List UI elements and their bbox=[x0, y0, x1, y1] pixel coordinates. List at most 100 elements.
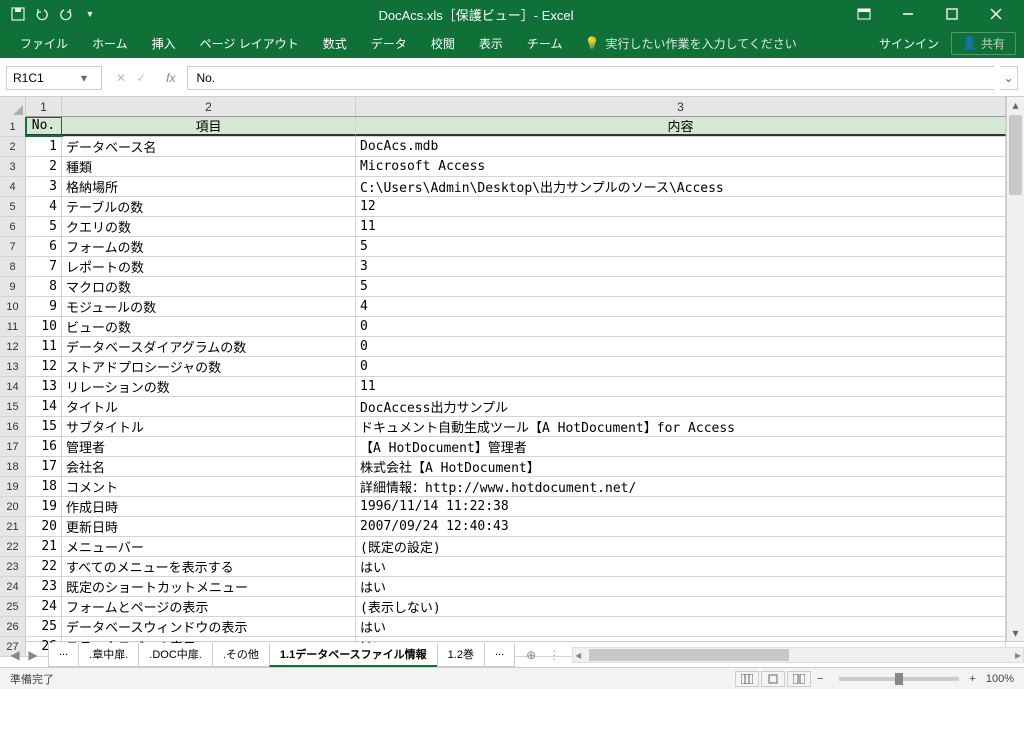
cell-content[interactable]: (既定の設定) bbox=[356, 537, 1006, 556]
cell-no[interactable]: 16 bbox=[26, 437, 62, 456]
cell-no[interactable]: 9 bbox=[26, 297, 62, 316]
cell-item[interactable]: レポートの数 bbox=[62, 257, 356, 276]
vertical-scrollbar[interactable]: ▴ ▾ bbox=[1006, 97, 1024, 641]
row-header[interactable]: 18 bbox=[0, 457, 26, 476]
row-header[interactable]: 7 bbox=[0, 237, 26, 256]
cell-content[interactable]: 株式会社【A HotDocument】 bbox=[356, 457, 1006, 476]
cell-content[interactable]: 0 bbox=[356, 357, 1006, 376]
scroll-thumb[interactable] bbox=[1009, 115, 1022, 195]
scroll-down-icon[interactable]: ▾ bbox=[1007, 625, 1024, 641]
cell-item[interactable]: データベースダイアグラムの数 bbox=[62, 337, 356, 356]
normal-view-button[interactable] bbox=[735, 671, 759, 687]
cell-item[interactable]: 種類 bbox=[62, 157, 356, 176]
cell-no[interactable]: 25 bbox=[26, 617, 62, 636]
cell-item[interactable]: クエリの数 bbox=[62, 217, 356, 236]
sheet-tab[interactable]: 1.1データベースファイル情報 bbox=[269, 643, 438, 667]
ribbon-tab[interactable]: チーム bbox=[515, 28, 575, 58]
row-header[interactable]: 24 bbox=[0, 577, 26, 596]
cell-content[interactable]: 【A HotDocument】管理者 bbox=[356, 437, 1006, 456]
ribbon-tab[interactable]: 数式 bbox=[311, 28, 359, 58]
col-header-3[interactable]: 3 bbox=[356, 97, 1006, 116]
cell-no[interactable]: 8 bbox=[26, 277, 62, 296]
undo-icon[interactable] bbox=[34, 6, 50, 22]
cell-item[interactable]: フォームの数 bbox=[62, 237, 356, 256]
cell-no-header[interactable]: No. bbox=[26, 117, 62, 136]
cell-no[interactable]: 15 bbox=[26, 417, 62, 436]
cell-no[interactable]: 4 bbox=[26, 197, 62, 216]
cell-item[interactable]: ビューの数 bbox=[62, 317, 356, 336]
row-header[interactable]: 16 bbox=[0, 417, 26, 436]
redo-icon[interactable] bbox=[58, 6, 74, 22]
hscroll-left-icon[interactable]: ◂ bbox=[575, 648, 581, 662]
sheet-tab[interactable]: .章中扉. bbox=[78, 643, 139, 667]
col-header-2[interactable]: 2 bbox=[62, 97, 356, 116]
cell-content[interactable]: ドキュメント自動生成ツール【A HotDocument】for Access bbox=[356, 417, 1006, 436]
cell-item[interactable]: 更新日時 bbox=[62, 517, 356, 536]
cell-no[interactable]: 21 bbox=[26, 537, 62, 556]
row-header[interactable]: 12 bbox=[0, 337, 26, 356]
cell-no[interactable]: 23 bbox=[26, 577, 62, 596]
zoom-thumb[interactable] bbox=[895, 673, 903, 685]
sheet-tab[interactable]: .その他 bbox=[212, 643, 270, 667]
row-header[interactable]: 5 bbox=[0, 197, 26, 216]
sheet-tab[interactable]: .DOC中扉. bbox=[138, 643, 213, 667]
row-header[interactable]: 13 bbox=[0, 357, 26, 376]
cell-item[interactable]: 会社名 bbox=[62, 457, 356, 476]
cell-content[interactable]: 0 bbox=[356, 337, 1006, 356]
cell-no[interactable]: 17 bbox=[26, 457, 62, 476]
ribbon-tab[interactable]: 校閲 bbox=[419, 28, 467, 58]
page-break-view-button[interactable] bbox=[787, 671, 811, 687]
chevron-down-icon[interactable]: ▾ bbox=[81, 71, 95, 85]
cell-no[interactable]: 3 bbox=[26, 177, 62, 196]
cell-item[interactable]: マクロの数 bbox=[62, 277, 356, 296]
cell-no[interactable]: 20 bbox=[26, 517, 62, 536]
row-header[interactable]: 6 bbox=[0, 217, 26, 236]
sheet-tab[interactable]: 1.2巻 bbox=[437, 643, 485, 667]
add-sheet-button[interactable]: ⊕ bbox=[520, 648, 542, 662]
cell-content[interactable]: 2007/09/24 12:40:43 bbox=[356, 517, 1006, 536]
row-header[interactable]: 17 bbox=[0, 437, 26, 456]
row-header[interactable]: 11 bbox=[0, 317, 26, 336]
cell-item[interactable]: コメント bbox=[62, 477, 356, 496]
row-header[interactable]: 21 bbox=[0, 517, 26, 536]
horizontal-scrollbar[interactable]: ◂ ▸ bbox=[572, 647, 1024, 663]
hscroll-right-icon[interactable]: ▸ bbox=[1015, 648, 1021, 662]
cell-no[interactable]: 14 bbox=[26, 397, 62, 416]
cell-content[interactable]: はい bbox=[356, 577, 1006, 596]
fx-icon[interactable]: fx bbox=[160, 71, 181, 85]
sheet-tab[interactable]: ... bbox=[48, 643, 79, 667]
row-header[interactable]: 15 bbox=[0, 397, 26, 416]
cell-item[interactable]: タイトル bbox=[62, 397, 356, 416]
zoom-out-button[interactable]: − bbox=[817, 673, 823, 685]
cell-no[interactable]: 1 bbox=[26, 137, 62, 156]
formula-input[interactable]: No. bbox=[187, 66, 994, 90]
cell-item[interactable]: リレーションの数 bbox=[62, 377, 356, 396]
row-header[interactable]: 2 bbox=[0, 137, 26, 156]
col-header-1[interactable]: 1 bbox=[26, 97, 62, 116]
cell-content[interactable]: DocAccess出力サンプル bbox=[356, 397, 1006, 416]
cell-content[interactable]: 0 bbox=[356, 317, 1006, 336]
tell-me-search[interactable]: 💡 実行したい作業を入力してください bbox=[584, 35, 796, 52]
cell-item-header[interactable]: 項目 bbox=[62, 117, 356, 136]
signin-link[interactable]: サインイン bbox=[879, 35, 939, 52]
cell-content[interactable]: (表示しない) bbox=[356, 597, 1006, 616]
save-icon[interactable] bbox=[10, 6, 26, 22]
cell-item[interactable]: データベースウィンドウの表示 bbox=[62, 617, 356, 636]
cell-content[interactable]: 5 bbox=[356, 277, 1006, 296]
sheet-tab[interactable]: ... bbox=[484, 643, 515, 667]
cell-item[interactable]: サブタイトル bbox=[62, 417, 356, 436]
row-header[interactable]: 4 bbox=[0, 177, 26, 196]
zoom-level[interactable]: 100% bbox=[986, 673, 1014, 685]
ribbon-tab[interactable]: ファイル bbox=[8, 28, 80, 58]
minimize-button[interactable] bbox=[888, 4, 928, 24]
cell-content[interactable]: 11 bbox=[356, 217, 1006, 236]
cell-content[interactable]: 1996/11/14 11:22:38 bbox=[356, 497, 1006, 516]
row-header[interactable]: 23 bbox=[0, 557, 26, 576]
close-button[interactable] bbox=[976, 4, 1016, 24]
ribbon-tab[interactable]: 表示 bbox=[467, 28, 515, 58]
cell-content[interactable]: DocAcs.mdb bbox=[356, 137, 1006, 156]
cell-item[interactable]: メニューバー bbox=[62, 537, 356, 556]
cell-no[interactable]: 24 bbox=[26, 597, 62, 616]
ribbon-tab[interactable]: ホーム bbox=[80, 28, 140, 58]
select-all-corner[interactable] bbox=[0, 97, 26, 117]
